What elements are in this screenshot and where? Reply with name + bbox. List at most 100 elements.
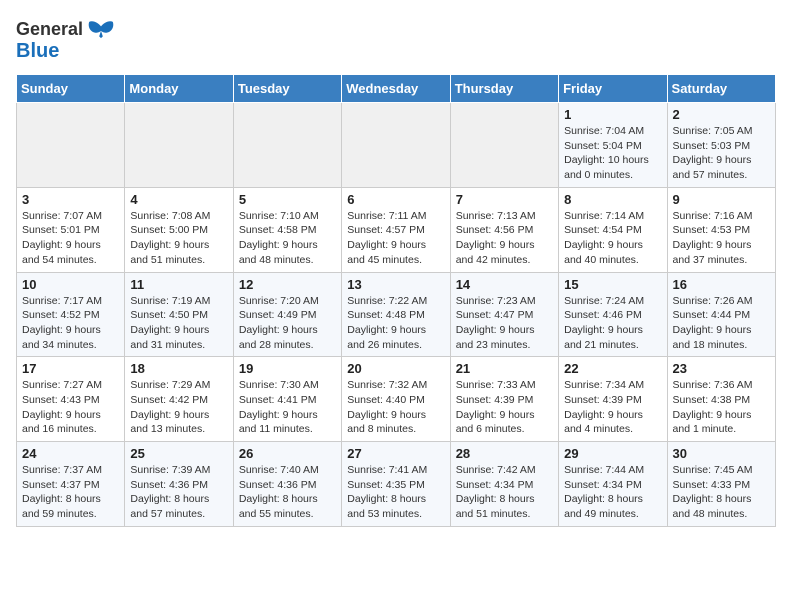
calendar-day-cell: 9 Sunrise: 7:16 AM Sunset: 4:53 PM Daylig… xyxy=(667,187,775,272)
logo-bird-icon xyxy=(87,20,115,40)
header: General Blue xyxy=(16,16,776,62)
calendar-day-cell: 17Sunrise: 7:27 AM Sunset: 4:43 PM Dayli… xyxy=(17,357,125,442)
calendar-day-cell: 7 Sunrise: 7:13 AM Sunset: 4:56 PM Daylig… xyxy=(450,187,558,272)
calendar-day-cell: 1 Sunrise: 7:04 AM Sunset: 5:04 PM Daylig… xyxy=(559,103,667,188)
calendar-day-cell: 16 Sunrise: 7:26 AM Sunset: 4:44 PM Dayli… xyxy=(667,272,775,357)
calendar-week-row: 17Sunrise: 7:27 AM Sunset: 4:43 PM Dayli… xyxy=(17,357,776,442)
weekday-header: Sunday xyxy=(17,75,125,103)
day-number: 21 xyxy=(456,361,553,376)
day-number: 12 xyxy=(239,277,336,292)
calendar-header-row: SundayMondayTuesdayWednesdayThursdayFrid… xyxy=(17,75,776,103)
day-info: Sunrise: 7:32 AM Sunset: 4:40 PM Dayligh… xyxy=(347,378,444,437)
day-number: 5 xyxy=(239,192,336,207)
calendar-day-cell: 21Sunrise: 7:33 AM Sunset: 4:39 PM Dayli… xyxy=(450,357,558,442)
day-info: Sunrise: 7:22 AM Sunset: 4:48 PM Dayligh… xyxy=(347,294,444,353)
day-info: Sunrise: 7:14 AM Sunset: 4:54 PM Dayligh… xyxy=(564,209,661,268)
calendar-day-cell: 3 Sunrise: 7:07 AM Sunset: 5:01 PM Daylig… xyxy=(17,187,125,272)
day-number: 3 xyxy=(22,192,119,207)
day-info: Sunrise: 7:27 AM Sunset: 4:43 PM Dayligh… xyxy=(22,378,119,437)
day-info: Sunrise: 7:39 AM Sunset: 4:36 PM Dayligh… xyxy=(130,463,227,522)
day-number: 18 xyxy=(130,361,227,376)
calendar-day-cell: 26Sunrise: 7:40 AM Sunset: 4:36 PM Dayli… xyxy=(233,442,341,527)
day-info: Sunrise: 7:45 AM Sunset: 4:33 PM Dayligh… xyxy=(673,463,770,522)
calendar-day-cell: 14Sunrise: 7:23 AM Sunset: 4:47 PM Dayli… xyxy=(450,272,558,357)
calendar-day-cell xyxy=(17,103,125,188)
day-number: 1 xyxy=(564,107,661,122)
day-number: 6 xyxy=(347,192,444,207)
calendar-day-cell xyxy=(450,103,558,188)
day-info: Sunrise: 7:13 AM Sunset: 4:56 PM Dayligh… xyxy=(456,209,553,268)
day-number: 23 xyxy=(673,361,770,376)
day-number: 27 xyxy=(347,446,444,461)
calendar-day-cell: 13Sunrise: 7:22 AM Sunset: 4:48 PM Dayli… xyxy=(342,272,450,357)
day-number: 15 xyxy=(564,277,661,292)
logo: General Blue xyxy=(16,20,115,62)
calendar-day-cell: 2 Sunrise: 7:05 AM Sunset: 5:03 PM Daylig… xyxy=(667,103,775,188)
weekday-header: Friday xyxy=(559,75,667,103)
day-info: Sunrise: 7:26 AM Sunset: 4:44 PM Dayligh… xyxy=(673,294,770,353)
calendar-day-cell xyxy=(125,103,233,188)
calendar-day-cell: 8 Sunrise: 7:14 AM Sunset: 4:54 PM Daylig… xyxy=(559,187,667,272)
calendar-day-cell: 22 Sunrise: 7:34 AM Sunset: 4:39 PM Dayli… xyxy=(559,357,667,442)
day-info: Sunrise: 7:07 AM Sunset: 5:01 PM Dayligh… xyxy=(22,209,119,268)
day-number: 10 xyxy=(22,277,119,292)
calendar-day-cell: 28Sunrise: 7:42 AM Sunset: 4:34 PM Dayli… xyxy=(450,442,558,527)
day-info: Sunrise: 7:04 AM Sunset: 5:04 PM Dayligh… xyxy=(564,124,661,183)
calendar-day-cell: 27 Sunrise: 7:41 AM Sunset: 4:35 PM Dayli… xyxy=(342,442,450,527)
day-info: Sunrise: 7:29 AM Sunset: 4:42 PM Dayligh… xyxy=(130,378,227,437)
day-info: Sunrise: 7:36 AM Sunset: 4:38 PM Dayligh… xyxy=(673,378,770,437)
day-number: 8 xyxy=(564,192,661,207)
day-number: 29 xyxy=(564,446,661,461)
calendar-day-cell: 6 Sunrise: 7:11 AM Sunset: 4:57 PM Daylig… xyxy=(342,187,450,272)
calendar-day-cell: 15 Sunrise: 7:24 AM Sunset: 4:46 PM Dayli… xyxy=(559,272,667,357)
calendar-week-row: 1 Sunrise: 7:04 AM Sunset: 5:04 PM Daylig… xyxy=(17,103,776,188)
day-info: Sunrise: 7:05 AM Sunset: 5:03 PM Dayligh… xyxy=(673,124,770,183)
calendar-day-cell: 12 Sunrise: 7:20 AM Sunset: 4:49 PM Dayli… xyxy=(233,272,341,357)
day-info: Sunrise: 7:34 AM Sunset: 4:39 PM Dayligh… xyxy=(564,378,661,437)
day-number: 24 xyxy=(22,446,119,461)
day-info: Sunrise: 7:11 AM Sunset: 4:57 PM Dayligh… xyxy=(347,209,444,268)
day-info: Sunrise: 7:19 AM Sunset: 4:50 PM Dayligh… xyxy=(130,294,227,353)
day-number: 9 xyxy=(673,192,770,207)
day-number: 26 xyxy=(239,446,336,461)
day-info: Sunrise: 7:20 AM Sunset: 4:49 PM Dayligh… xyxy=(239,294,336,353)
calendar-day-cell: 25 Sunrise: 7:39 AM Sunset: 4:36 PM Dayli… xyxy=(125,442,233,527)
calendar-day-cell xyxy=(233,103,341,188)
calendar-day-cell: 30 Sunrise: 7:45 AM Sunset: 4:33 PM Dayli… xyxy=(667,442,775,527)
calendar-day-cell: 19Sunrise: 7:30 AM Sunset: 4:41 PM Dayli… xyxy=(233,357,341,442)
day-number: 28 xyxy=(456,446,553,461)
day-info: Sunrise: 7:24 AM Sunset: 4:46 PM Dayligh… xyxy=(564,294,661,353)
calendar-week-row: 3 Sunrise: 7:07 AM Sunset: 5:01 PM Daylig… xyxy=(17,187,776,272)
day-info: Sunrise: 7:10 AM Sunset: 4:58 PM Dayligh… xyxy=(239,209,336,268)
calendar-day-cell: 5 Sunrise: 7:10 AM Sunset: 4:58 PM Daylig… xyxy=(233,187,341,272)
calendar-day-cell xyxy=(342,103,450,188)
day-number: 11 xyxy=(130,277,227,292)
logo-text: General xyxy=(16,20,83,40)
weekday-header: Monday xyxy=(125,75,233,103)
day-number: 19 xyxy=(239,361,336,376)
weekday-header: Tuesday xyxy=(233,75,341,103)
calendar-day-cell: 29 Sunrise: 7:44 AM Sunset: 4:34 PM Dayli… xyxy=(559,442,667,527)
day-number: 14 xyxy=(456,277,553,292)
day-number: 2 xyxy=(673,107,770,122)
calendar-day-cell: 4 Sunrise: 7:08 AM Sunset: 5:00 PM Daylig… xyxy=(125,187,233,272)
calendar-week-row: 10 Sunrise: 7:17 AM Sunset: 4:52 PM Dayli… xyxy=(17,272,776,357)
day-number: 25 xyxy=(130,446,227,461)
day-number: 4 xyxy=(130,192,227,207)
weekday-header: Wednesday xyxy=(342,75,450,103)
day-info: Sunrise: 7:08 AM Sunset: 5:00 PM Dayligh… xyxy=(130,209,227,268)
day-info: Sunrise: 7:16 AM Sunset: 4:53 PM Dayligh… xyxy=(673,209,770,268)
calendar-day-cell: 20 Sunrise: 7:32 AM Sunset: 4:40 PM Dayli… xyxy=(342,357,450,442)
day-info: Sunrise: 7:44 AM Sunset: 4:34 PM Dayligh… xyxy=(564,463,661,522)
day-number: 16 xyxy=(673,277,770,292)
logo-blue-text: Blue xyxy=(16,40,59,62)
day-number: 7 xyxy=(456,192,553,207)
day-number: 20 xyxy=(347,361,444,376)
day-number: 30 xyxy=(673,446,770,461)
calendar-day-cell: 11 Sunrise: 7:19 AM Sunset: 4:50 PM Dayli… xyxy=(125,272,233,357)
day-info: Sunrise: 7:17 AM Sunset: 4:52 PM Dayligh… xyxy=(22,294,119,353)
day-number: 22 xyxy=(564,361,661,376)
weekday-header: Thursday xyxy=(450,75,558,103)
day-info: Sunrise: 7:41 AM Sunset: 4:35 PM Dayligh… xyxy=(347,463,444,522)
calendar-day-cell: 23 Sunrise: 7:36 AM Sunset: 4:38 PM Dayli… xyxy=(667,357,775,442)
